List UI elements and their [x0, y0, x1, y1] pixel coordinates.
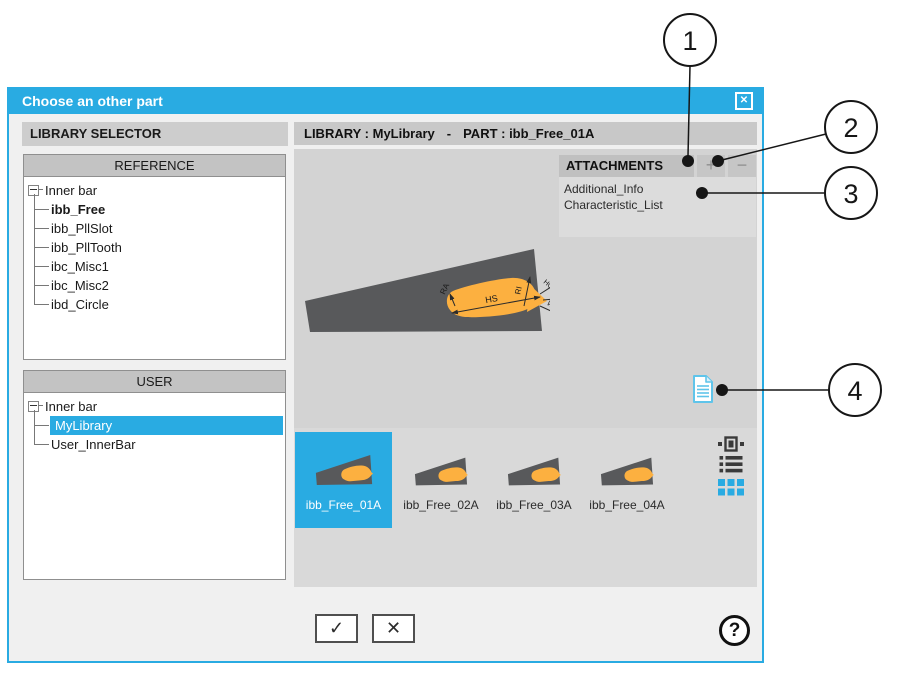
attachment-item[interactable]: Characteristic_List — [562, 197, 756, 213]
tree-item-user-innerbar[interactable]: User_InnerBar — [50, 435, 285, 454]
header-separator: - — [447, 122, 451, 145]
reference-box-title: REFERENCE — [24, 155, 285, 177]
dialog-titlebar[interactable]: Choose an other part ✕ — [9, 89, 762, 114]
thumbnail-label: ibb_Free_01A — [295, 498, 392, 512]
tree-item-ibc-misc2[interactable]: ibc_Misc2 — [50, 276, 285, 295]
thumbnail-part-image — [491, 446, 577, 488]
cross-icon: ✕ — [386, 618, 401, 638]
attachments-remove-button[interactable]: − — [728, 155, 756, 177]
callout-circle-1 — [664, 14, 716, 66]
thumbnail-part-image — [584, 446, 670, 488]
document-icon[interactable] — [692, 375, 714, 403]
help-button[interactable]: ? — [719, 615, 750, 646]
user-box-title: USER — [24, 371, 285, 393]
callout-circle-2 — [825, 101, 877, 153]
tree-item-ibd-circle[interactable]: ibd_Circle — [50, 295, 285, 314]
reference-library-box: REFERENCE Inner bar ibb_Free ibb_PllSlot… — [23, 154, 286, 360]
reference-tree: Inner bar ibb_Free ibb_PllSlot ibb_PllTo… — [24, 177, 285, 314]
thumbnail-part-image — [295, 446, 392, 488]
part-preview-image: HS RI RA HO WO — [300, 244, 550, 339]
dim-label-hs: HS — [484, 293, 498, 305]
thumbnail-label: ibb_Free_04A — [584, 498, 670, 512]
attachments-add-button[interactable]: + — [697, 155, 725, 177]
choose-part-dialog: Choose an other part ✕ LIBRARY SELECTOR … — [7, 87, 764, 663]
dim-label-wo: WO — [545, 300, 550, 313]
library-selector-header: LIBRARY SELECTOR — [22, 122, 288, 146]
screenshot-canvas: Choose an other part ✕ LIBRARY SELECTOR … — [0, 0, 897, 682]
user-tree: Inner bar MyLibrary User_InnerBar — [24, 393, 285, 454]
dialog-title: Choose an other part — [22, 93, 163, 109]
ok-button[interactable]: ✓ — [315, 614, 358, 643]
part-name-label: PART : ibb_Free_01A — [463, 126, 594, 141]
attachments-list[interactable]: Additional_Info Characteristic_List — [559, 177, 756, 237]
callout-number: 3 — [843, 179, 858, 209]
tree-branch-line — [34, 194, 35, 305]
question-mark-icon: ? — [729, 620, 741, 641]
close-icon[interactable]: ✕ — [735, 92, 753, 110]
tree-item-mylibrary[interactable]: MyLibrary — [50, 416, 285, 435]
carousel-view-icon[interactable] — [718, 436, 744, 452]
thumbnail-label: ibb_Free_02A — [398, 498, 484, 512]
detail-header: LIBRARY : MyLibrary-PART : ibb_Free_01A — [294, 122, 757, 145]
check-icon: ✓ — [329, 618, 344, 638]
attachment-item[interactable]: Additional_Info — [562, 181, 756, 197]
attachments-panel: ATTACHMENTS + − Additional_Info Characte… — [559, 155, 756, 237]
callout-circle-3 — [825, 167, 877, 219]
callout-number: 1 — [682, 26, 697, 56]
thumbnail-ibb-free-03a[interactable]: ibb_Free_03A — [491, 432, 577, 528]
tree-item-ibb-free[interactable]: ibb_Free — [50, 200, 285, 219]
attachments-title: ATTACHMENTS — [559, 155, 694, 177]
tree-node-inner-bar[interactable]: Inner bar — [28, 181, 285, 200]
list-view-icon[interactable] — [718, 456, 744, 473]
thumbnail-ibb-free-02a[interactable]: ibb_Free_02A — [398, 432, 484, 528]
tree-item-ibb-plltooth[interactable]: ibb_PllTooth — [50, 238, 285, 257]
callout-number: 2 — [843, 113, 858, 143]
thumbnail-part-image — [398, 446, 484, 488]
part-detail-panel: ATTACHMENTS + − Additional_Info Characte… — [294, 149, 757, 587]
tree-branch-line — [34, 410, 35, 445]
tree-item-ibc-misc1[interactable]: ibc_Misc1 — [50, 257, 285, 276]
thumbnail-label: ibb_Free_03A — [491, 498, 577, 512]
library-name-label: LIBRARY : MyLibrary — [304, 126, 435, 141]
dim-label-ho: HO — [542, 279, 550, 291]
grid-view-icon[interactable] — [718, 479, 744, 496]
thumbnail-ibb-free-04a[interactable]: ibb_Free_04A — [584, 432, 670, 528]
callout-number: 4 — [847, 376, 862, 406]
user-library-box: USER Inner bar MyLibrary User_InnerBar — [23, 370, 286, 580]
cancel-button[interactable]: ✕ — [372, 614, 415, 643]
tree-node-inner-bar-user[interactable]: Inner bar — [28, 397, 285, 416]
tree-root-label[interactable]: Inner bar — [45, 399, 97, 414]
tree-item-ibb-pllslot[interactable]: ibb_PllSlot — [50, 219, 285, 238]
callout-circle-4 — [829, 364, 881, 416]
thumbnail-ibb-free-01a[interactable]: ibb_Free_01A — [295, 432, 392, 528]
tree-root-label[interactable]: Inner bar — [45, 183, 97, 198]
